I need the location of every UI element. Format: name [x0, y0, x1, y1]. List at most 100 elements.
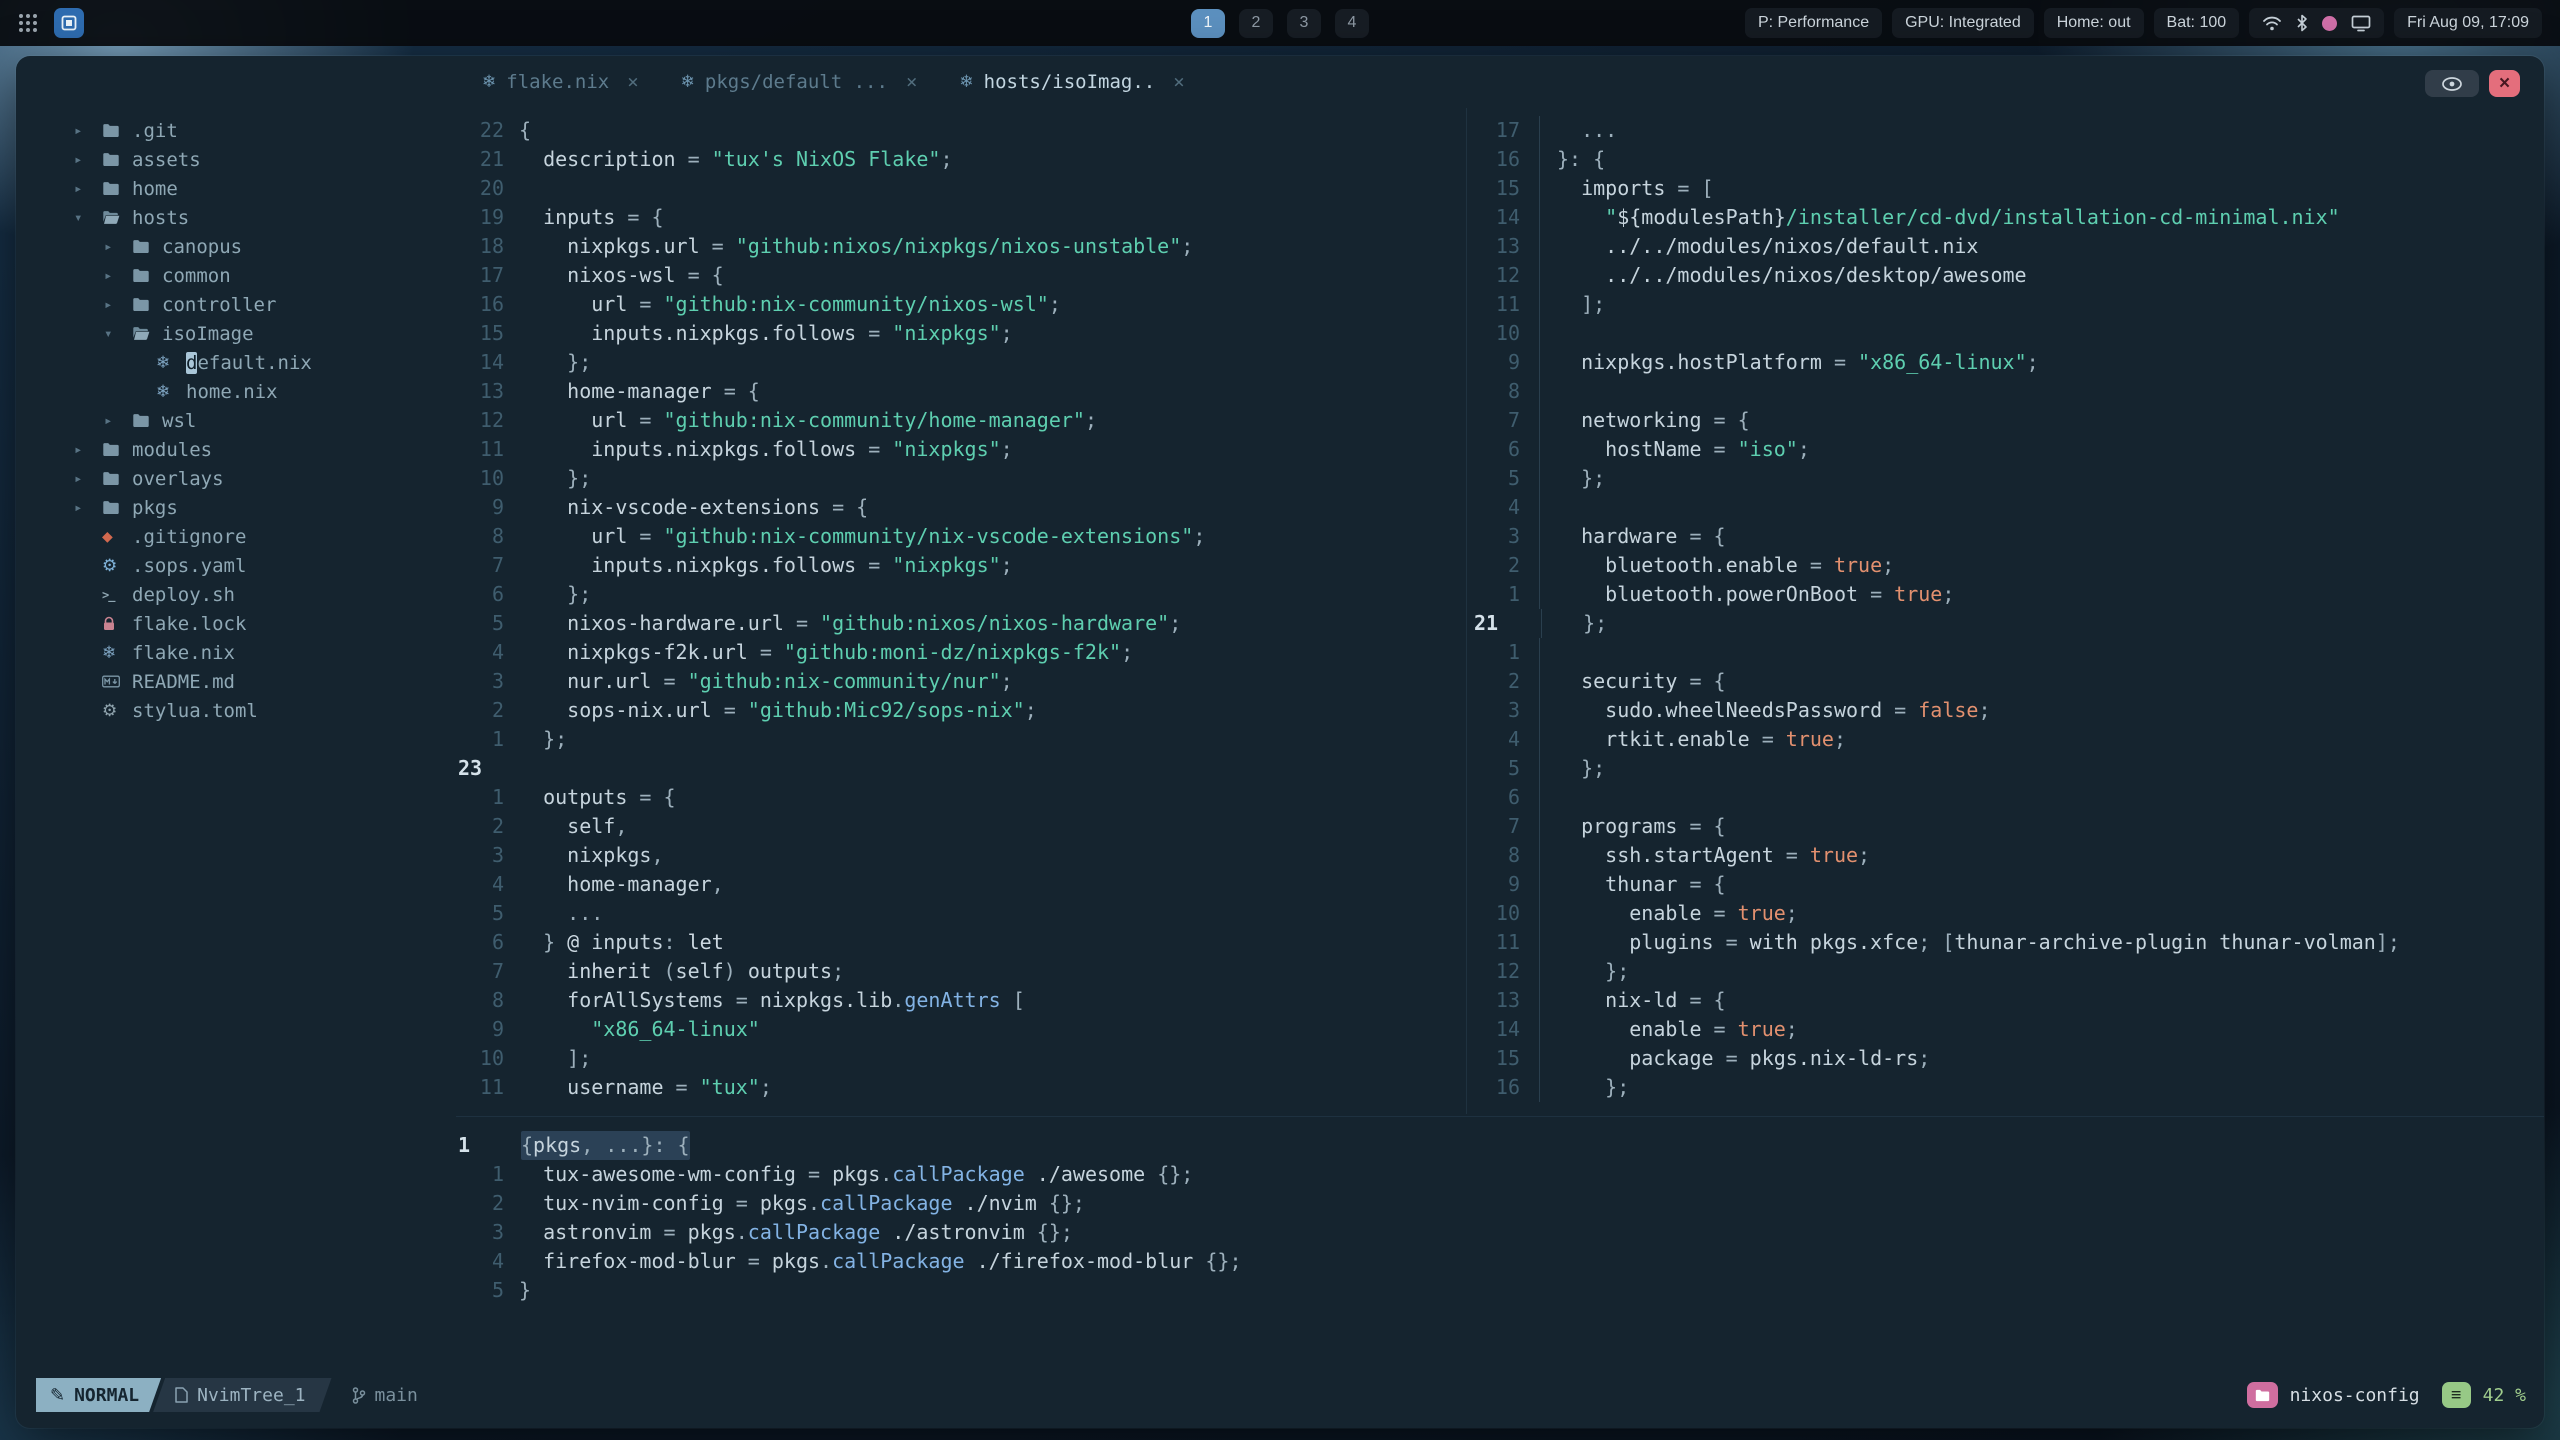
code-text[interactable]: ]; [519, 1044, 591, 1073]
code-text[interactable]: ]; [1557, 290, 1605, 319]
code-text[interactable]: }: { [1557, 145, 1605, 174]
code-text[interactable]: nix-ld = { [1557, 986, 1725, 1015]
code-text[interactable]: url = "github:nix-community/home-manager… [519, 406, 1097, 435]
tree-item-canopus[interactable]: ▸ canopus [16, 232, 456, 261]
code-text[interactable]: nixpkgs.url = "github:nixos/nixpkgs/nixo… [519, 232, 1193, 261]
code-text[interactable]: rtkit.enable = true; [1557, 725, 1846, 754]
code-text[interactable]: }; [1557, 464, 1605, 493]
code-text[interactable]: home-manager, [519, 870, 724, 899]
code-text[interactable]: {pkgs, ...}: { [521, 1131, 690, 1160]
code-text[interactable]: { [519, 116, 531, 145]
code-text[interactable]: } @ inputs: let [519, 928, 724, 957]
tab-flake-nix[interactable]: ❄ flake.nix × [464, 56, 657, 108]
workspace-tag-4[interactable]: 4 [1335, 8, 1369, 38]
tree-item-.gitignore[interactable]: ◆ .gitignore [16, 522, 456, 551]
bluetooth-icon[interactable] [2296, 14, 2308, 32]
code-text[interactable]: }; [519, 580, 591, 609]
code-text[interactable]: "${modulesPath}/installer/cd-dvd/install… [1557, 203, 2340, 232]
code-text[interactable]: package = pkgs.nix-ld-rs; [1557, 1044, 1930, 1073]
code-text[interactable]: }; [1559, 609, 1607, 638]
code-text[interactable]: bluetooth.enable = true; [1557, 551, 1894, 580]
code-text[interactable]: ssh.startAgent = true; [1557, 841, 1870, 870]
code-text[interactable]: outputs = { [519, 783, 675, 812]
code-text[interactable]: bluetooth.powerOnBoot = true; [1557, 580, 1954, 609]
code-text[interactable]: }; [1557, 754, 1605, 783]
tab-pkgs-default-[interactable]: ❄ pkgs/default ... × [663, 56, 936, 108]
code-text[interactable]: }; [519, 725, 567, 754]
code-text[interactable]: enable = true; [1557, 899, 1798, 928]
workspace-tag-1[interactable]: 1 [1191, 8, 1225, 38]
code-text[interactable]: "x86_64-linux" [519, 1015, 760, 1044]
close-tab-icon[interactable]: × [906, 71, 917, 93]
workspace-tag-3[interactable]: 3 [1287, 8, 1321, 38]
display-icon[interactable] [2351, 15, 2371, 32]
code-text[interactable]: nixos-hardware.url = "github:nixos/nixos… [519, 609, 1181, 638]
code-text[interactable]: inherit (self) outputs; [519, 957, 844, 986]
code-text[interactable]: }; [519, 348, 591, 377]
code-text[interactable]: ../../modules/nixos/desktop/awesome [1557, 261, 2026, 290]
tree-item-isoImage[interactable]: ▾ isoImage [16, 319, 456, 348]
code-text[interactable]: sops-nix.url = "github:Mic92/sops-nix"; [519, 696, 1037, 725]
code-text[interactable]: plugins = with pkgs.xfce; [thunar-archiv… [1557, 928, 2400, 957]
code-text[interactable]: }; [1557, 957, 1629, 986]
code-text[interactable]: tux-awesome-wm-config = pkgs.callPackage… [519, 1160, 1193, 1189]
tree-item-hosts[interactable]: ▾ hosts [16, 203, 456, 232]
tab-hosts-isoImag-[interactable]: ❄ hosts/isoImag.. × [941, 56, 1202, 108]
code-text[interactable]: nixpkgs-f2k.url = "github:moni-dz/nixpkg… [519, 638, 1133, 667]
clock[interactable]: Fri Aug 09, 17:09 [2394, 8, 2542, 38]
tree-item-deploy.sh[interactable]: >_ deploy.sh [16, 580, 456, 609]
focused-app-icon[interactable] [54, 8, 84, 38]
tree-item-controller[interactable]: ▸ controller [16, 290, 456, 319]
code-text[interactable]: programs = { [1557, 812, 1726, 841]
code-text[interactable]: networking = { [1557, 406, 1750, 435]
tree-item-overlays[interactable]: ▸ overlays [16, 464, 456, 493]
magenta-dot-icon[interactable] [2322, 15, 2338, 31]
code-text[interactable]: nix-vscode-extensions = { [519, 493, 868, 522]
code-text[interactable]: inputs = { [519, 203, 663, 232]
tree-item-home.nix[interactable]: ❄ home.nix [16, 377, 456, 406]
code-text[interactable]: hostName = "iso"; [1557, 435, 1810, 464]
tree-item-modules[interactable]: ▸ modules [16, 435, 456, 464]
code-text[interactable]: forAllSystems = nixpkgs.lib.genAttrs [ [519, 986, 1025, 1015]
code-text[interactable]: nixpkgs, [519, 841, 663, 870]
tree-item-default.nix[interactable]: ❄ default.nix [16, 348, 456, 377]
code-text[interactable]: inputs.nixpkgs.follows = "nixpkgs"; [519, 551, 1012, 580]
tree-item-flake.lock[interactable]: flake.lock [16, 609, 456, 638]
tree-item-wsl[interactable]: ▸ wsl [16, 406, 456, 435]
code-text[interactable]: inputs.nixpkgs.follows = "nixpkgs"; [519, 435, 1012, 464]
code-text[interactable]: thunar = { [1557, 870, 1725, 899]
code-text[interactable]: enable = true; [1557, 1015, 1798, 1044]
code-text[interactable]: inputs.nixpkgs.follows = "nixpkgs"; [519, 319, 1012, 348]
tree-item-README.md[interactable]: README.md [16, 667, 456, 696]
tree-item-.sops.yaml[interactable]: ⚙ .sops.yaml [16, 551, 456, 580]
code-text[interactable]: ... [519, 899, 603, 928]
code-text[interactable]: self, [519, 812, 627, 841]
workspace-tag-2[interactable]: 2 [1239, 8, 1273, 38]
code-text[interactable]: } [519, 1276, 531, 1305]
code-text[interactable]: nixos-wsl = { [519, 261, 724, 290]
code-text[interactable]: ... [1557, 116, 1617, 145]
close-tab-icon[interactable]: × [1173, 71, 1184, 93]
network-icon[interactable] [2262, 15, 2282, 31]
code-text[interactable]: }; [1557, 1073, 1629, 1102]
code-text[interactable]: nur.url = "github:nix-community/nur"; [519, 667, 1013, 696]
code-text[interactable]: url = "github:nix-community/nixos-wsl"; [519, 290, 1061, 319]
tree-item-flake.nix[interactable]: ❄ flake.nix [16, 638, 456, 667]
code-text[interactable]: astronvim = pkgs.callPackage ./astronvim… [519, 1218, 1073, 1247]
code-text[interactable]: sudo.wheelNeedsPassword = false; [1557, 696, 1990, 725]
code-text[interactable]: firefox-mod-blur = pkgs.callPackage ./fi… [519, 1247, 1241, 1276]
code-text[interactable]: tux-nvim-config = pkgs.callPackage ./nvi… [519, 1189, 1085, 1218]
tree-item-common[interactable]: ▸ common [16, 261, 456, 290]
code-text[interactable]: hardware = { [1557, 522, 1726, 551]
code-text[interactable]: home-manager = { [519, 377, 760, 406]
code-text[interactable]: imports = [ [1557, 174, 1713, 203]
close-tab-icon[interactable]: × [627, 71, 638, 93]
code-text[interactable]: ../../modules/nixos/default.nix [1557, 232, 1978, 261]
tree-item-assets[interactable]: ▸ assets [16, 145, 456, 174]
code-text[interactable]: url = "github:nix-community/nix-vscode-e… [519, 522, 1205, 551]
window-close-button[interactable]: × [2489, 70, 2520, 97]
tree-item-pkgs[interactable]: ▸ pkgs [16, 493, 456, 522]
tree-item-stylua.toml[interactable]: ⚙ stylua.toml [16, 696, 456, 725]
code-text[interactable]: security = { [1557, 667, 1726, 696]
code-text[interactable]: nixpkgs.hostPlatform = "x86_64-linux"; [1557, 348, 2039, 377]
